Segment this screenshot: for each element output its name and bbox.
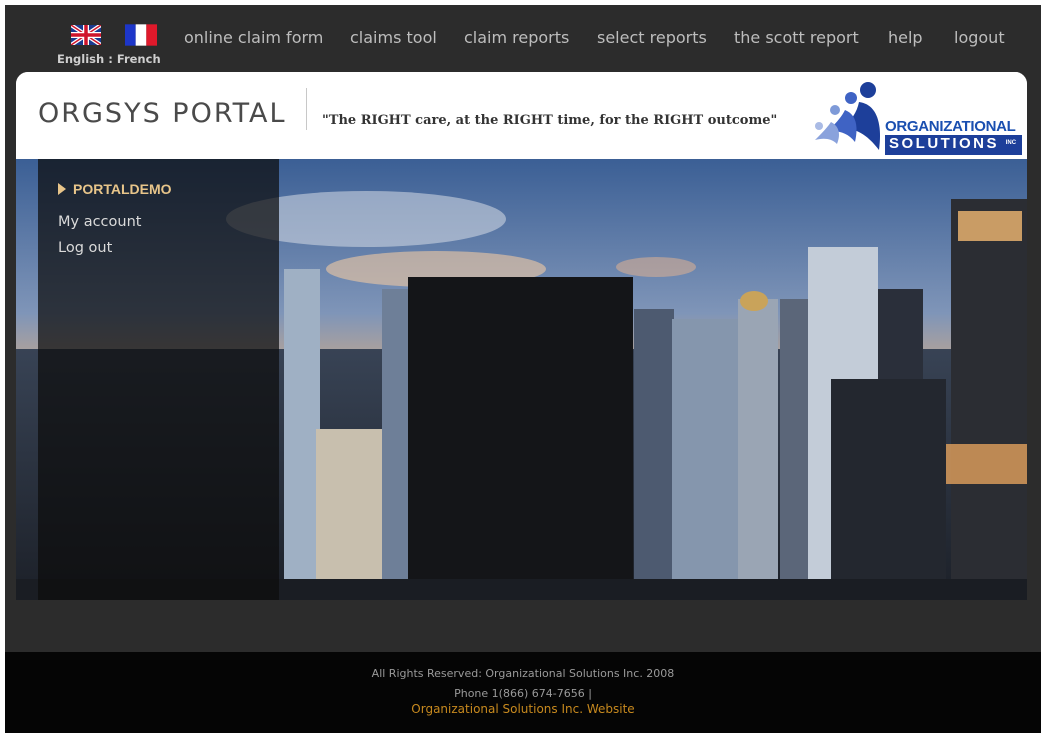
footer-website-link[interactable]: Organizational Solutions Inc. Website [5, 702, 1041, 716]
sidebar-username: PORTALDEMO [73, 181, 172, 197]
french-link[interactable]: French [117, 52, 161, 66]
nav-help[interactable]: help [888, 28, 923, 47]
sidebar-log-out[interactable]: Log out [58, 240, 112, 256]
header-divider [306, 88, 307, 130]
footer-phone: Phone 1(866) 674-7656 | [454, 687, 592, 700]
content-panel: ORGSYS PORTAL "The RIGHT care, at the RI… [16, 72, 1027, 600]
page-title: ORGSYS PORTAL [38, 98, 287, 129]
nav-logout[interactable]: logout [954, 28, 1005, 47]
nav-claims-tool[interactable]: claims tool [350, 28, 437, 47]
portal-header: ORGSYS PORTAL "The RIGHT care, at the RI… [16, 72, 1027, 159]
sidebar: PORTALDEMO My account Log out [38, 159, 279, 600]
company-logo[interactable]: ORGANIZATIONAL SOLUTIONS INC [811, 80, 1027, 160]
language-labels: English : French [57, 52, 161, 66]
logo-line1: ORGANIZATIONAL [885, 118, 1016, 135]
footer-rights: All Rights Reserved: Organizational Solu… [371, 667, 675, 680]
nav-claim-reports[interactable]: claim reports [464, 28, 569, 47]
logo-line2: SOLUTIONS INC [889, 135, 1016, 152]
top-navigation-bar: English : French online claim form claim… [5, 5, 1041, 73]
logo-figures-icon [815, 82, 881, 150]
logo-suffix: INC [1005, 140, 1017, 146]
tagline: "The RIGHT care, at the RIGHT time, for … [322, 113, 778, 128]
sidebar-user-heading[interactable]: PORTALDEMO [58, 181, 172, 197]
page-frame: English : French online claim form claim… [5, 5, 1041, 733]
nav-online-claim-form[interactable]: online claim form [184, 28, 323, 47]
footer: All Rights Reserved: Organizational Solu… [5, 652, 1041, 733]
logo-line2-text: SOLUTIONS [889, 135, 1000, 152]
main-nav: online claim form claims tool claim repo… [5, 28, 1041, 54]
nav-select-reports[interactable]: select reports [597, 28, 707, 47]
nav-the-scott-report[interactable]: the scott report [734, 28, 859, 47]
expand-arrow-icon [58, 183, 66, 195]
sidebar-my-account[interactable]: My account [58, 214, 141, 230]
language-separator: : [108, 52, 113, 66]
english-link[interactable]: English [57, 52, 104, 66]
